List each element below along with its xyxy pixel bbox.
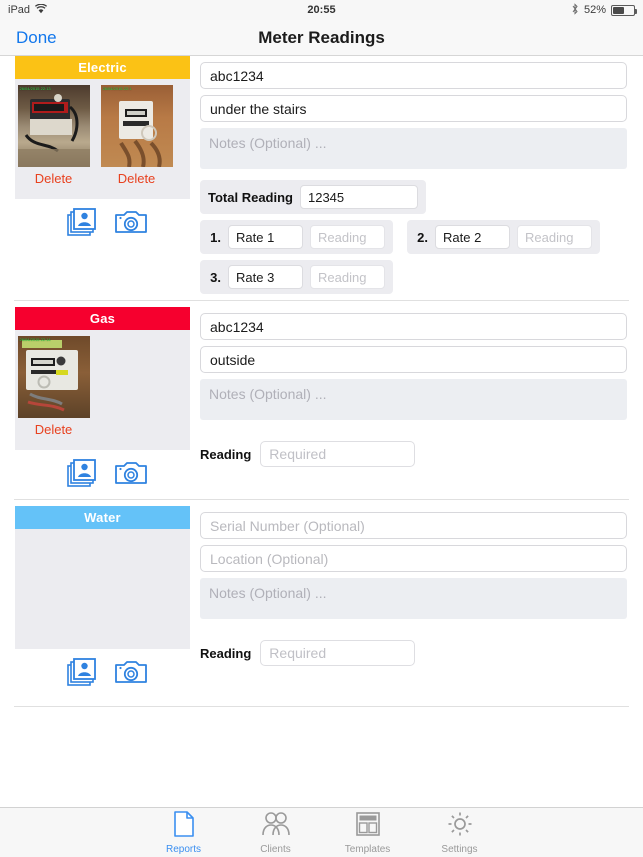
wifi-icon bbox=[35, 3, 48, 17]
photo-timestamp: 26/04/2015 22:1 bbox=[102, 86, 132, 91]
electric-total-reading-input[interactable] bbox=[299, 185, 418, 209]
electric-rate-3-row: 3. bbox=[200, 260, 393, 294]
gas-section-header: Gas bbox=[15, 307, 190, 330]
electric-media-buttons bbox=[15, 199, 190, 238]
navigation-bar: Done Meter Readings bbox=[0, 20, 643, 56]
done-button[interactable]: Done bbox=[16, 28, 57, 48]
photo-stack-icon[interactable] bbox=[64, 457, 98, 489]
page-title: Meter Readings bbox=[258, 27, 385, 47]
photo-thumbnail[interactable]: 26/04/2015 22:14 bbox=[17, 336, 90, 418]
status-bar-clock: 20:55 bbox=[307, 4, 336, 16]
gas-fields-column: Reading bbox=[190, 307, 643, 489]
section-water: Water Serial Number (Optional) Location … bbox=[0, 506, 643, 688]
electric-location-input[interactable] bbox=[200, 95, 627, 122]
people-icon bbox=[261, 810, 291, 843]
electric-rate-1-reading-input[interactable] bbox=[310, 225, 385, 249]
gear-icon bbox=[446, 810, 474, 843]
water-notes-input[interactable] bbox=[200, 578, 627, 619]
gas-reading-row: Reading bbox=[200, 441, 627, 467]
water-photo-list bbox=[15, 529, 190, 649]
section-divider bbox=[14, 706, 629, 707]
tab-bar: Reports Clients Templates Settings bbox=[0, 807, 643, 857]
rate-index: 2. bbox=[417, 229, 428, 245]
photo-thumbnail[interactable]: 26/04/2015 22:13 bbox=[17, 85, 90, 167]
photo-item[interactable]: 26/04/2015 22:13 Delete bbox=[15, 85, 92, 199]
electric-readings-grid: Total Reading 1. 2. 3. bbox=[200, 180, 627, 294]
section-divider bbox=[14, 300, 629, 301]
water-reading-input[interactable] bbox=[260, 640, 416, 666]
tab-label: Templates bbox=[344, 844, 391, 855]
gas-notes-input[interactable] bbox=[200, 379, 627, 420]
water-reading-label: Reading bbox=[200, 645, 252, 661]
water-fields-column: Reading bbox=[190, 506, 643, 688]
electric-notes-input[interactable] bbox=[200, 128, 627, 169]
photo-timestamp: 26/04/2015 22:14 bbox=[19, 337, 51, 342]
electric-rate-2-reading-input[interactable] bbox=[517, 225, 592, 249]
tab-label: Reports bbox=[165, 844, 201, 855]
electric-photo-list: 26/04/2015 22:13 Delete 26/04/2015 22:1 … bbox=[15, 79, 190, 199]
water-media-column: Water bbox=[15, 506, 190, 688]
battery-percent-label: 52% bbox=[583, 4, 606, 16]
gas-reading-label: Reading bbox=[200, 446, 252, 462]
tab-label: Clients bbox=[260, 844, 291, 855]
photo-timestamp: 26/04/2015 22:13 bbox=[19, 86, 51, 91]
document-icon bbox=[171, 810, 197, 843]
electric-rate-3-name-input[interactable] bbox=[228, 265, 303, 289]
tab-settings[interactable]: Settings bbox=[414, 810, 506, 855]
electric-fields-column: Total Reading 1. 2. 3. bbox=[190, 56, 643, 294]
electric-rate-3-reading-input[interactable] bbox=[310, 265, 385, 289]
gas-photo-list: 26/04/2015 22:14 Delete bbox=[15, 330, 190, 450]
electric-total-reading-row: Total Reading bbox=[200, 180, 426, 214]
water-location-input[interactable] bbox=[200, 545, 627, 572]
water-media-buttons bbox=[15, 649, 190, 688]
photo-thumbnail[interactable]: 26/04/2015 22:1 bbox=[100, 85, 173, 167]
electric-rate-2-row: 2. bbox=[407, 220, 600, 254]
gas-media-buttons bbox=[15, 450, 190, 489]
electric-rate-1-name-input[interactable] bbox=[228, 225, 303, 249]
rate-index: 1. bbox=[210, 229, 221, 245]
layout-icon bbox=[355, 810, 381, 843]
delete-photo-link[interactable]: Delete bbox=[15, 422, 92, 437]
device-name: iPad bbox=[8, 4, 31, 16]
photo-stack-icon[interactable] bbox=[64, 656, 98, 688]
camera-icon[interactable] bbox=[114, 656, 148, 688]
section-divider bbox=[14, 499, 629, 500]
electric-rate-2-name-input[interactable] bbox=[435, 225, 510, 249]
tab-templates[interactable]: Templates bbox=[322, 810, 414, 855]
tab-label: Settings bbox=[441, 844, 478, 855]
photo-item[interactable]: 26/04/2015 22:14 Delete bbox=[15, 336, 92, 450]
electric-rate-1-row: 1. bbox=[200, 220, 393, 254]
section-electric: Electric 26/04/2015 22:13 Delete 26/04/2… bbox=[0, 56, 643, 294]
gas-serial-input[interactable] bbox=[200, 313, 627, 340]
camera-icon[interactable] bbox=[114, 457, 148, 489]
status-bar-left: iPad bbox=[8, 3, 48, 17]
electric-section-header: Electric bbox=[15, 56, 190, 79]
status-bar: iPad 20:55 52% bbox=[0, 0, 643, 20]
water-reading-row: Reading bbox=[200, 640, 627, 666]
total-reading-label: Total Reading bbox=[208, 189, 293, 205]
section-gas: Gas 26/04/2015 22:14 Delete abc1234 outs… bbox=[0, 307, 643, 489]
gas-reading-input[interactable] bbox=[260, 441, 416, 467]
tab-clients[interactable]: Clients bbox=[230, 810, 322, 855]
delete-photo-link[interactable]: Delete bbox=[15, 171, 92, 186]
photo-item[interactable]: 26/04/2015 22:1 Delete bbox=[98, 85, 175, 199]
rate-index: 3. bbox=[210, 269, 221, 285]
electric-media-column: Electric 26/04/2015 22:13 Delete 26/04/2… bbox=[15, 56, 190, 294]
electric-serial-input[interactable] bbox=[200, 62, 627, 89]
photo-stack-icon[interactable] bbox=[64, 206, 98, 238]
status-bar-right: 52% bbox=[571, 2, 637, 18]
tab-reports[interactable]: Reports bbox=[138, 810, 230, 855]
battery-icon bbox=[611, 4, 637, 16]
delete-photo-link[interactable]: Delete bbox=[98, 171, 175, 186]
gas-location-input[interactable] bbox=[200, 346, 627, 373]
meter-readings-form: Electric 26/04/2015 22:13 Delete 26/04/2… bbox=[0, 56, 643, 857]
water-serial-input[interactable] bbox=[200, 512, 627, 539]
bluetooth-icon bbox=[571, 2, 579, 18]
gas-media-column: Gas 26/04/2015 22:14 Delete bbox=[15, 307, 190, 489]
water-section-header: Water bbox=[15, 506, 190, 529]
camera-icon[interactable] bbox=[114, 206, 148, 238]
